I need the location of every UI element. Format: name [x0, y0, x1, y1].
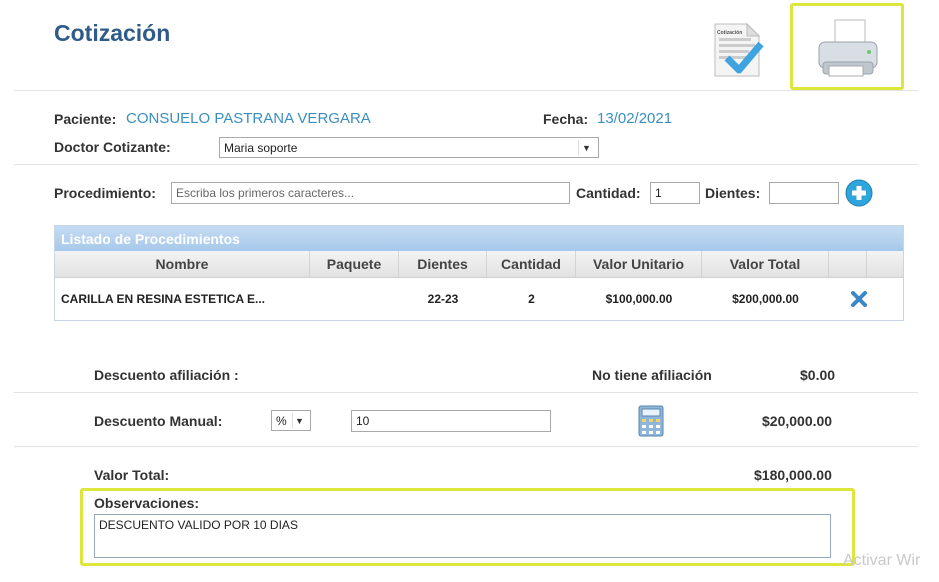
col-valor-unitario[interactable]: Valor Unitario	[576, 251, 702, 277]
date-label: Fecha:	[543, 111, 589, 127]
manual-discount-input[interactable]	[351, 410, 551, 432]
chevron-down-icon[interactable]: ▼	[292, 413, 306, 428]
doctor-select-value: Maria soporte	[224, 140, 298, 155]
discount-type-value: %	[276, 413, 287, 428]
col-spacer	[867, 251, 893, 277]
teeth-label: Dientes:	[705, 185, 761, 201]
grid-caption: Listado de Procedimientos	[55, 226, 903, 251]
doctor-select[interactable]: Maria soporte ▼	[219, 137, 599, 158]
procedures-grid: Listado de Procedimientos Nombre Paquete…	[54, 225, 904, 321]
date-value: 13/02/2021	[597, 110, 673, 127]
observations-textarea[interactable]: DESCUENTO VALIDO POR 10 DIAS	[94, 514, 831, 558]
col-actions	[829, 251, 867, 277]
calculator-button[interactable]	[638, 405, 664, 437]
chevron-down-icon[interactable]: ▼	[578, 140, 594, 155]
page-title: Cotización	[54, 20, 171, 46]
total-label: Valor Total:	[94, 467, 170, 483]
quantity-input[interactable]	[650, 182, 700, 204]
doctor-label: Doctor Cotizante:	[54, 139, 171, 155]
quote-doc-button[interactable]: Cotización	[709, 20, 767, 80]
total-value: $180,000.00	[754, 467, 832, 483]
delete-row-button[interactable]	[829, 291, 867, 307]
cell-nombre: CARILLA EN RESINA ESTETICA E...	[61, 292, 266, 306]
col-paquete[interactable]: Paquete	[310, 251, 399, 277]
cell-dientes: 22-23	[427, 292, 459, 306]
discount-type-select[interactable]: % ▼	[271, 410, 311, 431]
delete-x-icon	[851, 291, 867, 307]
printer-icon	[818, 19, 878, 77]
grid-header: Nombre Paquete Dientes Cantidad Valor Un…	[55, 251, 903, 278]
col-valor-total[interactable]: Valor Total	[702, 251, 829, 277]
col-nombre[interactable]: Nombre	[55, 251, 310, 277]
col-dientes[interactable]: Dientes	[399, 251, 487, 277]
procedure-search-input[interactable]	[171, 182, 570, 204]
col-cantidad[interactable]: Cantidad	[487, 251, 576, 277]
manual-discount-amount: $20,000.00	[762, 413, 833, 429]
add-procedure-button[interactable]	[845, 179, 873, 207]
table-row[interactable]: CARILLA EN RESINA ESTETICA E... 22-23 2 …	[55, 278, 903, 320]
teeth-input[interactable]	[769, 182, 839, 204]
quote-doc-text: Cotización	[717, 30, 743, 36]
plus-circle-icon	[845, 179, 873, 207]
patient-label: Paciente:	[54, 111, 117, 127]
manual-discount-label: Descuento Manual:	[94, 413, 223, 429]
observations-label: Observaciones:	[94, 495, 200, 511]
patient-name: CONSUELO PASTRANA VERGARA	[126, 110, 371, 127]
cell-cantidad: 2	[528, 292, 535, 306]
calculator-icon	[638, 405, 664, 437]
activation-watermark: Activar Wir	[843, 552, 921, 569]
quote-doc-icon	[714, 22, 764, 77]
affiliation-status: No tiene afiliación	[592, 367, 712, 383]
procedure-label: Procedimiento:	[54, 185, 156, 201]
affiliation-discount-label: Descuento afiliación :	[94, 367, 239, 383]
cell-valor-total: $200,000.00	[732, 292, 799, 306]
cell-valor-unitario: $100,000.00	[605, 292, 673, 306]
affiliation-discount-value: $0.00	[800, 367, 836, 383]
print-button[interactable]	[790, 3, 904, 90]
quantity-label: Cantidad:	[576, 185, 641, 201]
